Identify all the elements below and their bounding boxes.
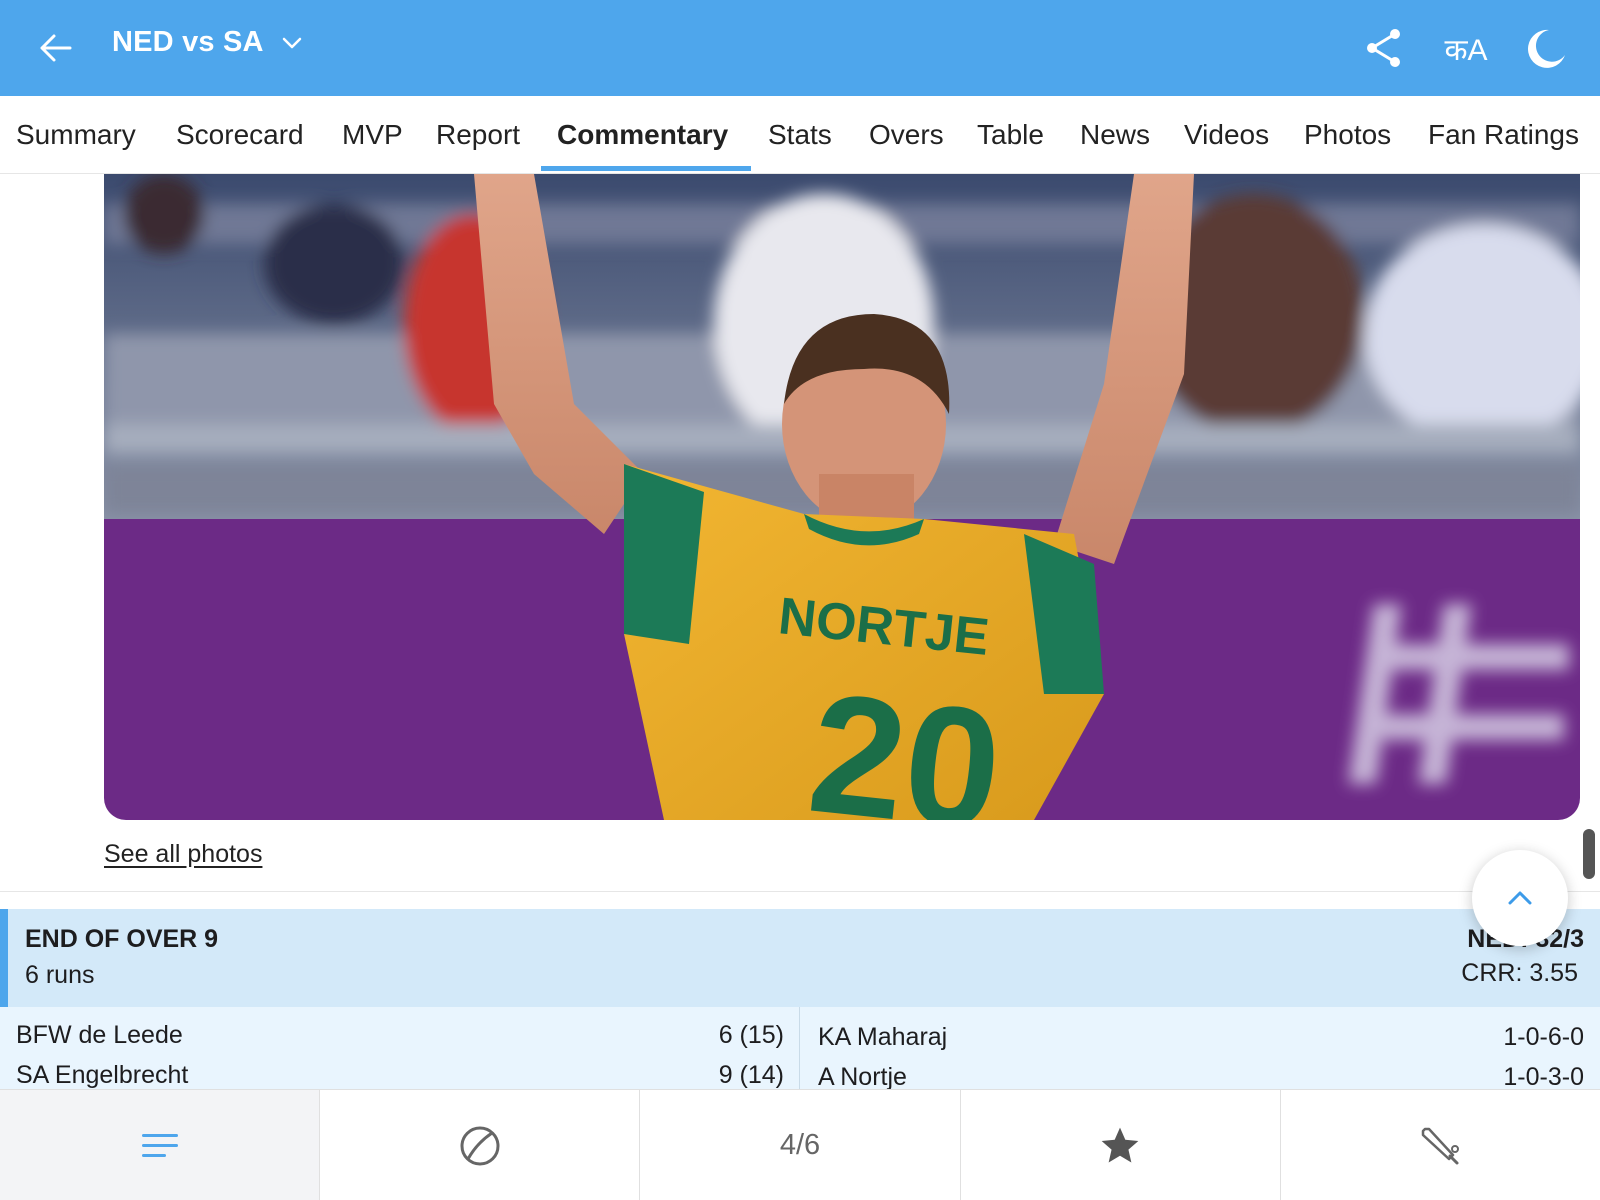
tab-stats[interactable]: Stats [768,96,832,174]
ball-button[interactable] [320,1090,641,1200]
back-button[interactable] [36,28,76,68]
over-runs: 6 runs [25,961,95,989]
batters-column: BFW de Leede 6 (15) SA Engelbrecht 9 (14… [0,1007,800,1089]
bowler-name: A Nortje [818,1062,907,1090]
match-title: NED vs SA [112,26,264,58]
highlights-button[interactable] [961,1090,1281,1200]
chevron-up-icon [1508,891,1532,905]
language-toggle[interactable]: कA [1436,26,1496,70]
cricket-bat-icon [1422,1127,1460,1164]
ball-icon [460,1126,500,1165]
share-button[interactable] [1362,26,1406,70]
list-icon [141,1133,178,1157]
arrow-left-icon [40,34,72,62]
innings-indicator[interactable]: 4/6 [640,1090,961,1200]
tab-news[interactable]: News [1080,96,1150,174]
batter-row[interactable]: BFW de Leede 6 (15) [16,1017,784,1053]
current-run-rate: CRR: 3.55 [1461,959,1578,987]
bowler-row[interactable]: KA Maharaj 1-0-6-0 [818,1019,1584,1055]
batter-figures: 9 (14) [718,1060,784,1089]
top-app-bar: NED vs SA कA [0,0,1600,96]
language-label: कA [1444,33,1488,67]
chevron-down-icon [282,37,301,48]
bottom-nav-bar: 4/6 [0,1089,1600,1200]
match-selector[interactable]: NED vs SA [112,26,304,59]
innings-count: 4/6 [779,1129,821,1161]
batter-row[interactable]: SA Engelbrecht 9 (14) [16,1057,784,1089]
over-players: BFW de Leede 6 (15) SA Engelbrecht 9 (14… [0,1007,1600,1089]
bowler-figures: 1-0-6-0 [1503,1022,1584,1051]
tab-report[interactable]: Report [436,96,520,174]
tab-photos[interactable]: Photos [1304,96,1391,174]
star-icon [1101,1127,1139,1162]
bowler-name: KA Maharaj [818,1022,948,1051]
see-all-photos-link[interactable]: See all photos [104,840,262,869]
tab-summary[interactable]: Summary [16,96,136,174]
jersey-number: 20 [801,658,1009,820]
bowler-row[interactable]: A Nortje 1-0-3-0 [818,1059,1584,1090]
over-title: END OF OVER 9 [25,925,219,953]
batter-figures: 6 (15) [718,1020,784,1049]
bowlers-column: KA Maharaj 1-0-6-0 A Nortje 1-0-3-0 [801,1007,1600,1090]
batting-button[interactable] [1281,1090,1600,1200]
scroll-to-top-button[interactable] [1472,850,1568,946]
match-tabs: Summary Scorecard MVP Report Commentary … [0,96,1600,174]
theme-toggle[interactable] [1524,26,1568,70]
over-summary: END OF OVER 9 6 runs NED: 32/3 CRR: 3.55 [0,909,1600,1007]
tab-table[interactable]: Table [977,96,1044,174]
share-icon [1367,29,1400,67]
match-photo[interactable]: NORTJE 20 [104,174,1580,820]
scrollbar-thumb[interactable] [1583,829,1595,879]
active-tab-indicator [541,166,751,171]
tab-mvp[interactable]: MVP [342,96,403,174]
section-divider [0,891,1600,892]
tab-overs[interactable]: Overs [869,96,944,174]
moon-icon [1528,29,1565,68]
bowler-figures: 1-0-3-0 [1503,1062,1584,1090]
batter-name: SA Engelbrecht [16,1060,189,1089]
batter-name: BFW de Leede [16,1020,183,1049]
commentary-list-button[interactable] [0,1090,321,1200]
tab-commentary[interactable]: Commentary [557,96,728,174]
tab-fan-ratings[interactable]: Fan Ratings [1428,96,1579,174]
tab-videos[interactable]: Videos [1184,96,1269,174]
tab-scorecard[interactable]: Scorecard [176,96,304,174]
